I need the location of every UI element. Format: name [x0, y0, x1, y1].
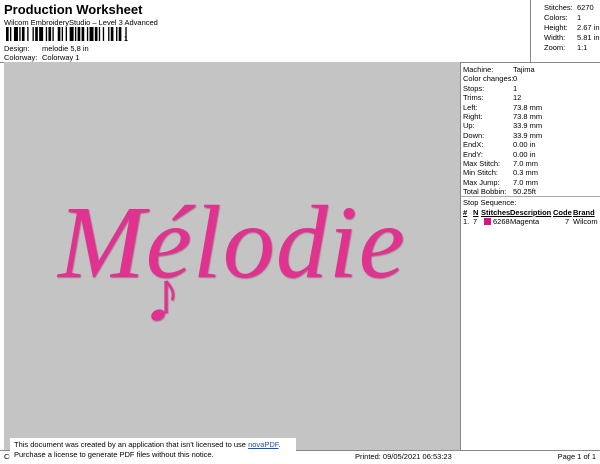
- machine-label: Total Bobbin:: [463, 187, 507, 197]
- machine-label: Stops:: [463, 83, 485, 93]
- machine-row: Trims: 12: [463, 93, 521, 102]
- machine-value: 0.00 in: [513, 140, 536, 150]
- page-title: Production Worksheet: [4, 2, 143, 17]
- stat-row: Colors: 1: [544, 13, 582, 22]
- machine-row: Max Jump: 7.0 mm: [463, 178, 538, 187]
- machine-row: Min Stitch: 0.3 mm: [463, 168, 538, 177]
- machine-row: EndX: 0.00 in: [463, 140, 536, 149]
- stat-row: Stitches: 6270: [544, 3, 594, 12]
- machine-label: Trims:: [463, 93, 484, 103]
- machine-label: Right:: [463, 112, 483, 121]
- machine-value: 33.9 mm: [513, 130, 543, 140]
- design-preview: Mélodie: [4, 62, 460, 450]
- stats-box: Stitches: 6270 Colors: 1 Height: 2.67 in Wi…: [530, 0, 600, 62]
- machine-row: Color changes:0: [463, 74, 517, 83]
- thread-color-swatch: [484, 218, 491, 225]
- design-label: Design:: [4, 44, 30, 53]
- barcode-number: 1: [124, 36, 128, 43]
- machine-label: Down:: [463, 130, 485, 140]
- stop-sequence-title: Stop Sequence:: [463, 198, 517, 207]
- machine-row: Up: 33.9 mm: [463, 121, 542, 130]
- machine-row: Left: 73.8 mm: [463, 103, 542, 112]
- machine-label: Machine:: [463, 65, 494, 74]
- machine-label: Left:: [463, 102, 478, 112]
- printed-timestamp: Printed: 09/05/2021 06:53:23: [355, 452, 452, 461]
- machine-value: 73.8 mm: [513, 102, 543, 112]
- machine-row: Down: 33.9 mm: [463, 131, 542, 140]
- machine-row: EndY: 0.00 in: [463, 150, 536, 159]
- novapdf-link[interactable]: novaPDF: [248, 440, 278, 449]
- machine-row: Max Stitch: 7.0 mm: [463, 159, 538, 168]
- machine-value: 0.3 mm: [513, 168, 539, 178]
- colorway-line: Colorway: Colorway 1: [4, 53, 80, 62]
- stat-row: Zoom: 1:1: [544, 43, 588, 52]
- machine-value: 50.25ft: [513, 187, 536, 197]
- license-notice: This document was created by an applicat…: [10, 438, 296, 464]
- machine-row: Machine: Tajima: [463, 65, 535, 74]
- machine-panel: Machine: Tajima Color changes:0 Stops: 1 Trim…: [460, 62, 600, 450]
- machine-value: 0.00 in: [513, 149, 536, 159]
- design-text: Mélodie: [56, 185, 406, 300]
- colorway-value: Colorway 1: [42, 53, 80, 62]
- colorway-label: Colorway:: [4, 53, 38, 62]
- machine-label: Up:: [463, 121, 475, 131]
- machine-value: 73.8 mm: [513, 112, 543, 121]
- worksheet-header: Production Worksheet Wilcom EmbroiderySt…: [0, 0, 530, 62]
- machine-label: Max Jump:: [463, 177, 500, 187]
- machine-value: 7.0 mm: [513, 159, 539, 168]
- machine-label: Min Stitch:: [463, 168, 499, 178]
- machine-label: Color changes:: [463, 74, 514, 84]
- embroidery-design: Mélodie: [56, 185, 406, 321]
- design-value: melodie 5,8 in: [42, 44, 89, 53]
- panel-divider: [461, 196, 600, 197]
- machine-value: 1: [513, 83, 518, 93]
- notice-line-1: This document was created by an applicat…: [14, 440, 281, 449]
- machine-value: 0: [513, 74, 518, 84]
- stat-row: Width: 5.81 in: [544, 33, 600, 42]
- machine-value: 12: [513, 93, 522, 103]
- stat-row: Height: 2.67 in: [544, 23, 600, 32]
- machine-value: Tajima: [513, 65, 535, 74]
- notice-line-2: Purchase a license to generate PDF files…: [14, 450, 214, 459]
- machine-label: Max Stitch:: [463, 159, 501, 168]
- machine-value: 33.9 mm: [513, 121, 543, 131]
- machine-label: EndX:: [463, 140, 484, 150]
- machine-row: Total Bobbin: 50.25ft: [463, 187, 536, 196]
- page-number: Page 1 of 1: [557, 452, 596, 461]
- machine-value: 7.0 mm: [513, 177, 539, 187]
- machine-row: Stops: 1: [463, 84, 517, 93]
- software-subtitle: Wilcom EmbroideryStudio – Level 3 Advanc…: [4, 18, 158, 27]
- design-line: Design: melodie 5,8 in: [4, 44, 89, 53]
- barcode-icon: [6, 27, 127, 41]
- machine-label: EndY:: [463, 149, 484, 159]
- machine-row: Right: 73.8 mm: [463, 112, 542, 121]
